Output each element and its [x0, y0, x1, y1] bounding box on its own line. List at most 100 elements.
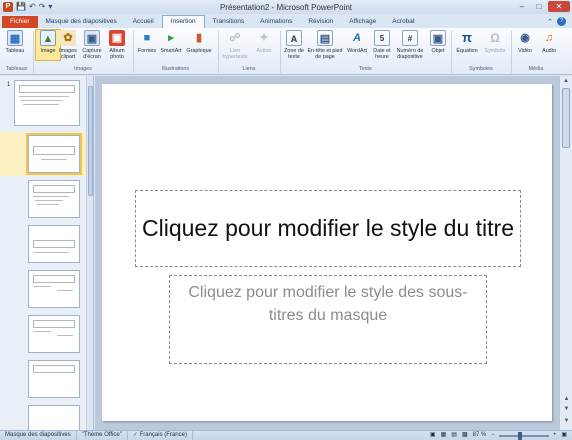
zoom-slider-knob[interactable] [518, 431, 523, 440]
view-status: Masque des diapositives [0, 431, 77, 440]
tab-fichier[interactable]: Fichier [2, 16, 38, 28]
group-label-texte: Texte [359, 66, 372, 72]
slide-number-icon: # [402, 30, 418, 46]
sorter-view-icon[interactable]: ▦ [440, 431, 448, 440]
previous-slide-icon[interactable]: ▲ [560, 396, 572, 405]
screenshot-icon: ▣ [84, 30, 100, 46]
tab-accueil[interactable]: Accueil [125, 16, 162, 28]
text-box-button[interactable]: A Zone de texte [282, 30, 306, 60]
tab-animations[interactable]: Animations [252, 16, 300, 28]
clipart-button[interactable]: ✿ Images clipart [57, 30, 79, 60]
thumbnail-title-line [19, 85, 75, 93]
maximize-icon[interactable]: □ [531, 1, 547, 12]
ribbon: ▦ Tableau Tableaux ▲ Image ✿ Images clip… [0, 28, 572, 75]
audio-button[interactable]: ♫ Audio [538, 30, 560, 54]
video-button[interactable]: ◉ Vidéo [513, 30, 537, 54]
save-icon[interactable]: 💾 [16, 2, 26, 12]
tab-transitions[interactable]: Transitions [205, 16, 253, 28]
editor-scrollbar[interactable]: ▲ ▲ ▼ ▼ [559, 76, 572, 430]
slide-canvas[interactable]: Cliquez pour modifier le style du titre … [102, 84, 552, 421]
hyperlink-icon: ☍ [229, 32, 241, 44]
editor-scroll-thumb[interactable] [562, 88, 570, 148]
next-slide-icon[interactable]: ▼ [560, 406, 572, 415]
layout-thumbnail[interactable] [28, 270, 80, 308]
equation-button[interactable]: π Équation [453, 30, 481, 54]
theme-status: "Thème Office" [77, 431, 128, 440]
slide-thumbnail-pane: 1 [0, 76, 94, 430]
master-thumbnail[interactable] [14, 80, 80, 126]
close-icon[interactable]: ✕ [548, 1, 570, 12]
date-time-button[interactable]: 5 Date et heure [370, 30, 394, 60]
subtitle-placeholder[interactable]: Cliquez pour modifier le style des sous-… [169, 275, 487, 364]
wordart-icon: A [353, 32, 361, 44]
layout-thumbnail[interactable] [28, 180, 80, 218]
zoom-out-icon[interactable]: − [490, 431, 496, 440]
scroll-down-icon[interactable]: ▼ [560, 418, 572, 427]
header-footer-icon: ▤ [317, 30, 333, 46]
group-label-symboles: Symboles [469, 66, 493, 72]
tab-masque-des-diapositives[interactable]: Masque des diapositives [38, 16, 125, 28]
thumbnail-scroll-thumb[interactable] [88, 86, 93, 196]
zoom-slider[interactable] [498, 431, 549, 440]
undo-icon[interactable]: ↶ [29, 2, 36, 12]
layout-thumbnail[interactable] [28, 225, 80, 263]
layout-thumbnail[interactable] [28, 405, 80, 430]
title-placeholder[interactable]: Cliquez pour modifier le style du titre [135, 190, 521, 267]
table-button[interactable]: ▦ Tableau [2, 30, 28, 54]
tab-affichage[interactable]: Affichage [341, 16, 384, 28]
fit-slide-icon[interactable]: ▣ [560, 431, 568, 440]
normal-view-icon[interactable]: ▣ [429, 431, 437, 440]
group-label-images: Images [74, 66, 92, 72]
group-label-liens: Liens [242, 66, 256, 72]
smartart-button[interactable]: ▸ SmartArt [159, 30, 183, 54]
symbol-button[interactable]: Ω Symbole [481, 30, 509, 54]
tab-insertion[interactable]: Insertion [161, 15, 205, 28]
screenshot-button[interactable]: ▣ Capture d'écran [80, 30, 104, 60]
window-title: Présentation2 - Microsoft PowerPoint [219, 3, 353, 12]
slide-editor-area: Cliquez pour modifier le style du titre … [95, 76, 559, 430]
slideshow-icon[interactable]: ▩ [461, 431, 469, 440]
window-controls: – □ ✕ [514, 1, 570, 12]
spellcheck-icon: ✓ [132, 432, 138, 438]
wordart-button[interactable]: A WordArt [344, 30, 370, 54]
quick-access-toolbar: P 💾 ↶ ↷ ▾ [0, 2, 52, 12]
customize-qat-icon[interactable]: ▾ [48, 2, 52, 12]
photo-album-button[interactable]: ▣ Album photo [105, 30, 129, 60]
layout-thumbnail[interactable] [28, 315, 80, 353]
layout-thumbnail[interactable] [26, 133, 82, 175]
calendar-icon: 5 [374, 30, 390, 46]
layout-thumbnail[interactable] [28, 360, 80, 398]
shapes-button[interactable]: ■ Formes [135, 30, 159, 54]
text-box-icon: A [286, 30, 302, 46]
header-footer-button[interactable]: ▤ En-tête et pied de page [307, 30, 343, 60]
zoom-level[interactable]: 87 % [472, 431, 488, 440]
hyperlink-button[interactable]: ☍ Lien hypertexte [220, 30, 250, 60]
video-icon: ◉ [520, 32, 530, 44]
photo-album-icon: ▣ [109, 30, 125, 46]
ribbon-tabs: Fichier Masque des diapositives Accueil … [0, 15, 572, 28]
powerpoint-logo-icon[interactable]: P [3, 2, 13, 12]
object-button[interactable]: ▣ Objet [427, 30, 449, 54]
minimize-ribbon-icon[interactable]: ⌃ [547, 18, 553, 26]
zoom-in-icon[interactable]: + [552, 431, 558, 440]
redo-icon[interactable]: ↷ [39, 2, 46, 12]
minimize-icon[interactable]: – [514, 1, 530, 12]
smartart-icon: ▸ [168, 32, 174, 44]
status-right-controls: ▣ ▦ ▤ ▩ 87 % − + ▣ [429, 431, 572, 440]
group-label-illustrations: Illustrations [161, 66, 190, 72]
language-status[interactable]: ✓ Français (France) [128, 431, 193, 440]
chart-button[interactable]: ▮ Graphique [184, 30, 214, 54]
shapes-icon: ■ [143, 32, 151, 44]
action-button[interactable]: ✦ Action [251, 30, 277, 54]
pi-icon: π [462, 30, 472, 45]
thumbnail-scrollbar[interactable] [86, 76, 93, 430]
table-icon: ▦ [7, 30, 23, 46]
slide-number-button[interactable]: # Numéro de diapositive [394, 30, 426, 60]
reading-view-icon[interactable]: ▤ [450, 431, 458, 440]
tab-acrobat[interactable]: Acrobat [384, 16, 422, 28]
picture-icon: ▲ [40, 30, 56, 46]
scroll-up-icon[interactable]: ▲ [560, 76, 572, 86]
tab-revision[interactable]: Révision [300, 16, 341, 28]
help-icon[interactable]: ? [557, 17, 566, 26]
object-icon: ▣ [430, 30, 446, 46]
